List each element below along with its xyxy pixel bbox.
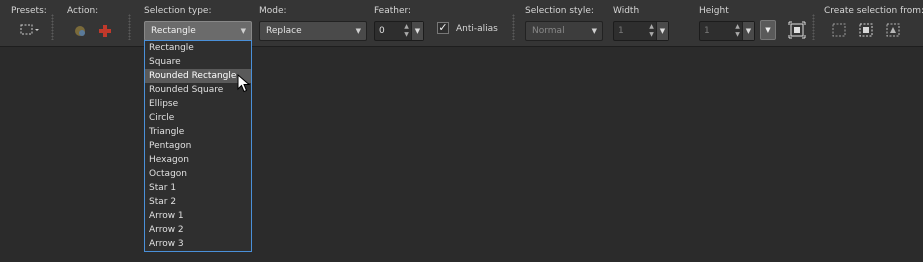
option-arrow-2[interactable]: Arrow 2 xyxy=(145,223,251,237)
action-label: Action: xyxy=(67,6,99,16)
anti-alias-label: Anti-alias xyxy=(456,24,498,34)
feather-label: Feather: xyxy=(374,6,412,16)
create-from-canvas-button[interactable] xyxy=(830,20,848,40)
option-star-1[interactable]: Star 1 xyxy=(145,181,251,195)
selection-type-dropdown-list: Rectangle Square Rounded Rectangle Round… xyxy=(144,40,252,252)
toolbar-grip[interactable] xyxy=(128,14,131,40)
add-action-icon[interactable] xyxy=(98,24,112,38)
create-from-layer-button[interactable] xyxy=(857,20,875,40)
stepper-arrows-icon[interactable]: ▲ ▼ xyxy=(402,23,411,39)
option-rectangle[interactable]: Rectangle xyxy=(145,41,251,55)
selection-from-layer-icon xyxy=(859,23,873,37)
option-ellipse[interactable]: Ellipse xyxy=(145,97,251,111)
selection-type-select[interactable]: Rectangle ▼ xyxy=(144,21,252,41)
mode-label: Mode: xyxy=(259,6,287,16)
toolbar-grip[interactable] xyxy=(812,14,815,40)
stepper-arrows-icon[interactable]: ▲ ▼ xyxy=(647,23,656,39)
chevron-down-icon: ▼ xyxy=(591,27,597,35)
create-selection-label: Create selection from: xyxy=(824,6,923,16)
chevron-down-icon: ▼ xyxy=(355,27,361,35)
feather-stepper[interactable]: 0 ▲ ▼ ▼ xyxy=(374,21,424,41)
clear-action-icon[interactable] xyxy=(73,24,87,38)
feather-value: 0 xyxy=(379,26,385,36)
toolbar-grip[interactable] xyxy=(51,14,54,40)
selection-type-label: Selection type: xyxy=(144,6,212,16)
selection-style-label: Selection style: xyxy=(525,6,594,16)
fit-selection-icon xyxy=(788,21,806,39)
width-label: Width xyxy=(613,6,640,16)
selection-type-value: Rectangle xyxy=(151,26,196,36)
checkmark-icon: ✓ xyxy=(438,21,448,34)
presets-label: Presets: xyxy=(11,6,47,16)
presets-dropdown[interactable] xyxy=(18,20,42,40)
height-value: 1 xyxy=(704,26,710,36)
create-from-object-button[interactable] xyxy=(884,20,902,40)
height-stepper[interactable]: 1 ▲ ▼ ▼ xyxy=(699,21,755,41)
selection-preset-icon xyxy=(20,24,39,35)
option-pentagon[interactable]: Pentagon xyxy=(145,139,251,153)
height-label: Height xyxy=(699,6,729,16)
selection-style-value: Normal xyxy=(532,26,565,36)
option-rounded-square[interactable]: Rounded Square xyxy=(145,83,251,97)
option-rounded-rectangle[interactable]: Rounded Rectangle xyxy=(145,69,251,83)
toolbar-grip[interactable] xyxy=(512,14,515,40)
width-value: 1 xyxy=(618,26,624,36)
option-arrow-1[interactable]: Arrow 1 xyxy=(145,209,251,223)
mouse-cursor-icon xyxy=(237,74,251,93)
chevron-down-icon: ▼ xyxy=(765,26,771,34)
anti-alias-checkbox[interactable]: ✓ xyxy=(437,22,449,34)
option-circle[interactable]: Circle xyxy=(145,111,251,125)
selection-from-canvas-icon xyxy=(832,23,846,37)
mode-select[interactable]: Replace ▼ xyxy=(259,21,367,41)
option-star-2[interactable]: Star 2 xyxy=(145,195,251,209)
selection-from-object-icon xyxy=(886,23,900,37)
mode-value: Replace xyxy=(266,26,302,36)
chevron-down-icon[interactable]: ▼ xyxy=(656,22,668,40)
option-arrow-3[interactable]: Arrow 3 xyxy=(145,237,251,251)
option-hexagon[interactable]: Hexagon xyxy=(145,153,251,167)
stepper-arrows-icon[interactable]: ▲ ▼ xyxy=(733,23,742,39)
size-units-dropdown[interactable]: ▼ xyxy=(760,20,776,40)
option-octagon[interactable]: Octagon xyxy=(145,167,251,181)
width-stepper[interactable]: 1 ▲ ▼ ▼ xyxy=(613,21,669,41)
option-square[interactable]: Square xyxy=(145,55,251,69)
chevron-down-icon[interactable]: ▼ xyxy=(411,22,423,40)
option-triangle[interactable]: Triangle xyxy=(145,125,251,139)
chevron-down-icon[interactable]: ▼ xyxy=(742,22,754,40)
chevron-down-icon: ▼ xyxy=(240,27,246,35)
selection-style-select[interactable]: Normal ▼ xyxy=(525,21,603,41)
selection-toolbar: Presets: Action: Selection type: Rectang… xyxy=(0,0,923,47)
fit-selection-button[interactable] xyxy=(788,20,806,40)
